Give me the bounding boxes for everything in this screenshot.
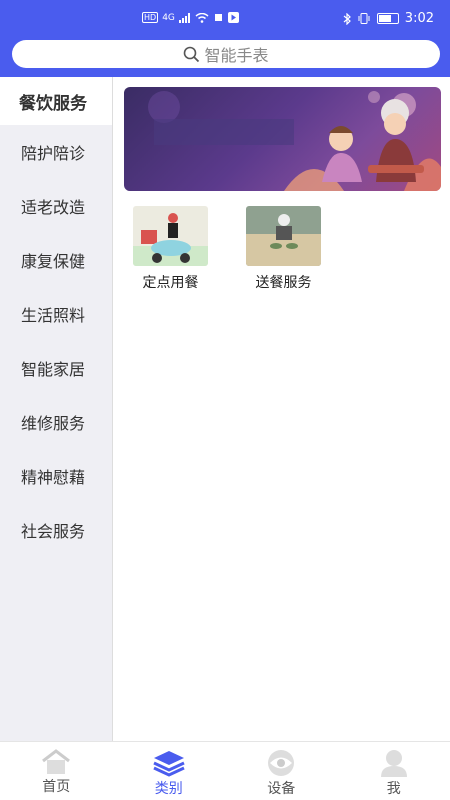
sidebar-item-repair[interactable]: 维修服务 — [0, 395, 112, 449]
meal-delivery-image — [246, 206, 321, 266]
sidebar-item-elderly-renovation[interactable]: 适老改造 — [0, 179, 112, 233]
person-icon — [380, 750, 407, 777]
tab-label: 我 — [386, 781, 401, 797]
sidebar-item-label: 适老改造 — [21, 198, 86, 217]
tab-label: 设备 — [267, 781, 296, 797]
sidebar-item-catering[interactable]: 餐饮服务 — [0, 77, 112, 125]
fixed-dining-image — [133, 206, 208, 266]
category-content: 定点用餐 送餐服务 — [114, 77, 450, 741]
sidebar-item-label: 智能家居 — [21, 360, 86, 379]
search-icon — [184, 46, 200, 62]
app-notification-icon — [214, 14, 222, 21]
sidebar-item-label: 康复保健 — [21, 252, 86, 271]
play-notification-icon — [227, 12, 239, 23]
tab-label: 首页 — [42, 779, 71, 795]
sidebar-item-daily-care[interactable]: 生活照料 — [0, 287, 112, 341]
network-type-label: HD — [142, 12, 159, 23]
status-icons-left: HD 4G — [142, 12, 239, 23]
search-placeholder: 智能手表 — [204, 46, 269, 65]
tab-category[interactable]: 类别 — [113, 742, 226, 800]
status-icons-right: 3:02 — [343, 11, 434, 26]
search-bar[interactable]: 智能手表 — [12, 40, 440, 68]
app-header: HD 4G 3:02 智能手表 — [0, 0, 450, 77]
sidebar-item-label: 社会服务 — [21, 522, 86, 541]
promo-banner[interactable] — [124, 87, 441, 191]
sidebar-item-rehab[interactable]: 康复保健 — [0, 233, 112, 287]
banner-illustration — [148, 91, 441, 191]
bluetooth-icon — [343, 12, 351, 25]
vibrate-icon — [358, 13, 370, 24]
sidebar-item-smart-home[interactable]: 智能家居 — [0, 341, 112, 395]
service-tiles: 定点用餐 送餐服务 — [133, 206, 321, 292]
tab-label: 类别 — [154, 781, 183, 797]
status-bar: HD 4G 3:02 — [0, 0, 450, 38]
tab-home[interactable]: 首页 — [0, 742, 113, 800]
sidebar-item-spiritual-comfort[interactable]: 精神慰藉 — [0, 449, 112, 503]
sidebar-item-social-service[interactable]: 社会服务 — [0, 503, 112, 557]
home-icon — [42, 749, 71, 774]
wifi-icon — [195, 12, 209, 23]
tab-device[interactable]: 设备 — [225, 742, 338, 800]
battery-icon — [376, 13, 399, 24]
signal-icon — [178, 12, 190, 23]
sidebar-item-label: 生活照料 — [21, 306, 86, 325]
tab-me[interactable]: 我 — [338, 742, 450, 800]
tile-meal-delivery[interactable]: 送餐服务 — [246, 206, 321, 292]
sidebar-item-label: 陪护陪诊 — [21, 144, 86, 163]
tile-label: 送餐服务 — [255, 275, 312, 291]
clock: 3:02 — [404, 11, 434, 26]
layers-icon — [153, 751, 185, 777]
sidebar-item-escort[interactable]: 陪护陪诊 — [0, 125, 112, 179]
eye-icon — [268, 750, 295, 776]
tile-fixed-dining[interactable]: 定点用餐 — [133, 206, 208, 292]
bottom-tab-bar: 首页 类别 设备 我 — [0, 741, 450, 800]
sidebar-item-label: 精神慰藉 — [21, 468, 86, 487]
category-sidebar: 餐饮服务 陪护陪诊 适老改造 康复保健 生活照料 智能家居 维修服务 精神慰藉 … — [0, 77, 113, 741]
sidebar-item-label: 维修服务 — [21, 414, 86, 433]
sidebar-item-label: 餐饮服务 — [19, 93, 87, 114]
tile-label: 定点用餐 — [142, 275, 199, 291]
signal-type-label: 4G — [162, 12, 175, 23]
